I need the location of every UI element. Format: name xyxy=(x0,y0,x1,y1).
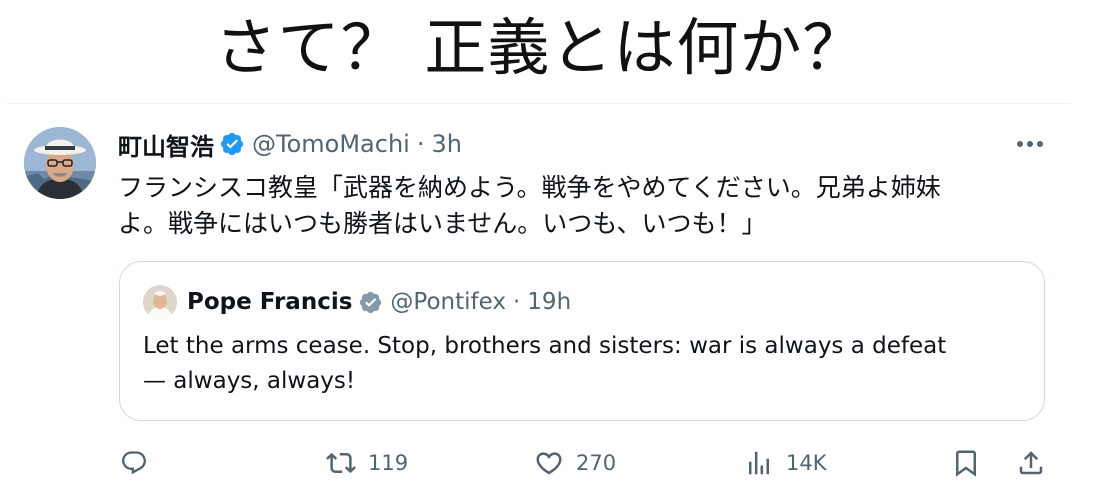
quote-text-line: Let the arms cease. Stop, brothers and s… xyxy=(143,333,947,359)
quote-time[interactable]: 19h xyxy=(527,289,571,315)
bookmark-icon xyxy=(956,450,976,477)
tweet-time[interactable]: 3h xyxy=(431,130,461,158)
quote-text: Let the arms cease. Stop, brothers and s… xyxy=(143,329,1023,399)
tweet-text-line: よ。戦争にはいつも勝者はいません。いつも、いつも！」 xyxy=(118,209,767,238)
tweet-header: 町山智浩 @TomoMachi · 3h xyxy=(118,126,462,162)
quoted-tweet-card[interactable]: Pope Francis @Pontifex · 19h Let the arm… xyxy=(119,261,1045,421)
verified-badge-icon xyxy=(358,290,383,315)
heart-icon xyxy=(536,452,562,475)
quote-author-handle[interactable]: @Pontifex xyxy=(390,289,506,315)
separator-dot: · xyxy=(416,130,425,158)
tweet-text-line: フランシスコ教皇「武器を納めよう。戦争をやめてください。兄弟よ姉妹 xyxy=(118,173,941,202)
retweet-button[interactable]: 119 xyxy=(326,440,408,486)
quote-author-avatar[interactable] xyxy=(143,285,177,319)
quote-text-line: — always, always! xyxy=(143,368,356,394)
quote-author-name[interactable]: Pope Francis xyxy=(187,289,352,315)
reply-button[interactable] xyxy=(120,440,160,486)
like-count: 270 xyxy=(576,451,617,475)
tweet-text: フランシスコ教皇「武器を納めよう。戦争をやめてください。兄弟よ姉妹 よ。戦争には… xyxy=(118,170,1048,242)
tweet-actions-bar: 119 270 14K xyxy=(0,440,1101,486)
more-options-button[interactable] xyxy=(1010,128,1050,160)
views-count: 14K xyxy=(786,451,827,475)
divider xyxy=(6,103,1070,104)
like-button[interactable]: 270 xyxy=(534,440,616,486)
bookmark-button[interactable] xyxy=(951,440,981,486)
more-horizontal-icon xyxy=(1017,141,1043,147)
headline: さて？ 正義とは何か？ xyxy=(214,11,866,84)
author-avatar[interactable] xyxy=(24,127,96,199)
author-handle[interactable]: @TomoMachi xyxy=(252,130,410,158)
views-button[interactable]: 14K xyxy=(744,440,827,486)
retweet-count: 119 xyxy=(368,451,409,475)
author-name[interactable]: 町山智浩 xyxy=(118,127,214,162)
quote-header: Pope Francis @Pontifex · 19h xyxy=(187,283,571,321)
separator-dot: · xyxy=(512,289,521,315)
reply-bubble-icon xyxy=(122,451,146,475)
share-upload-icon xyxy=(1019,451,1043,475)
bar-chart-icon xyxy=(749,451,769,475)
retweet-icon xyxy=(326,452,356,474)
verified-badge-icon xyxy=(219,131,245,157)
share-button[interactable] xyxy=(1016,440,1046,486)
